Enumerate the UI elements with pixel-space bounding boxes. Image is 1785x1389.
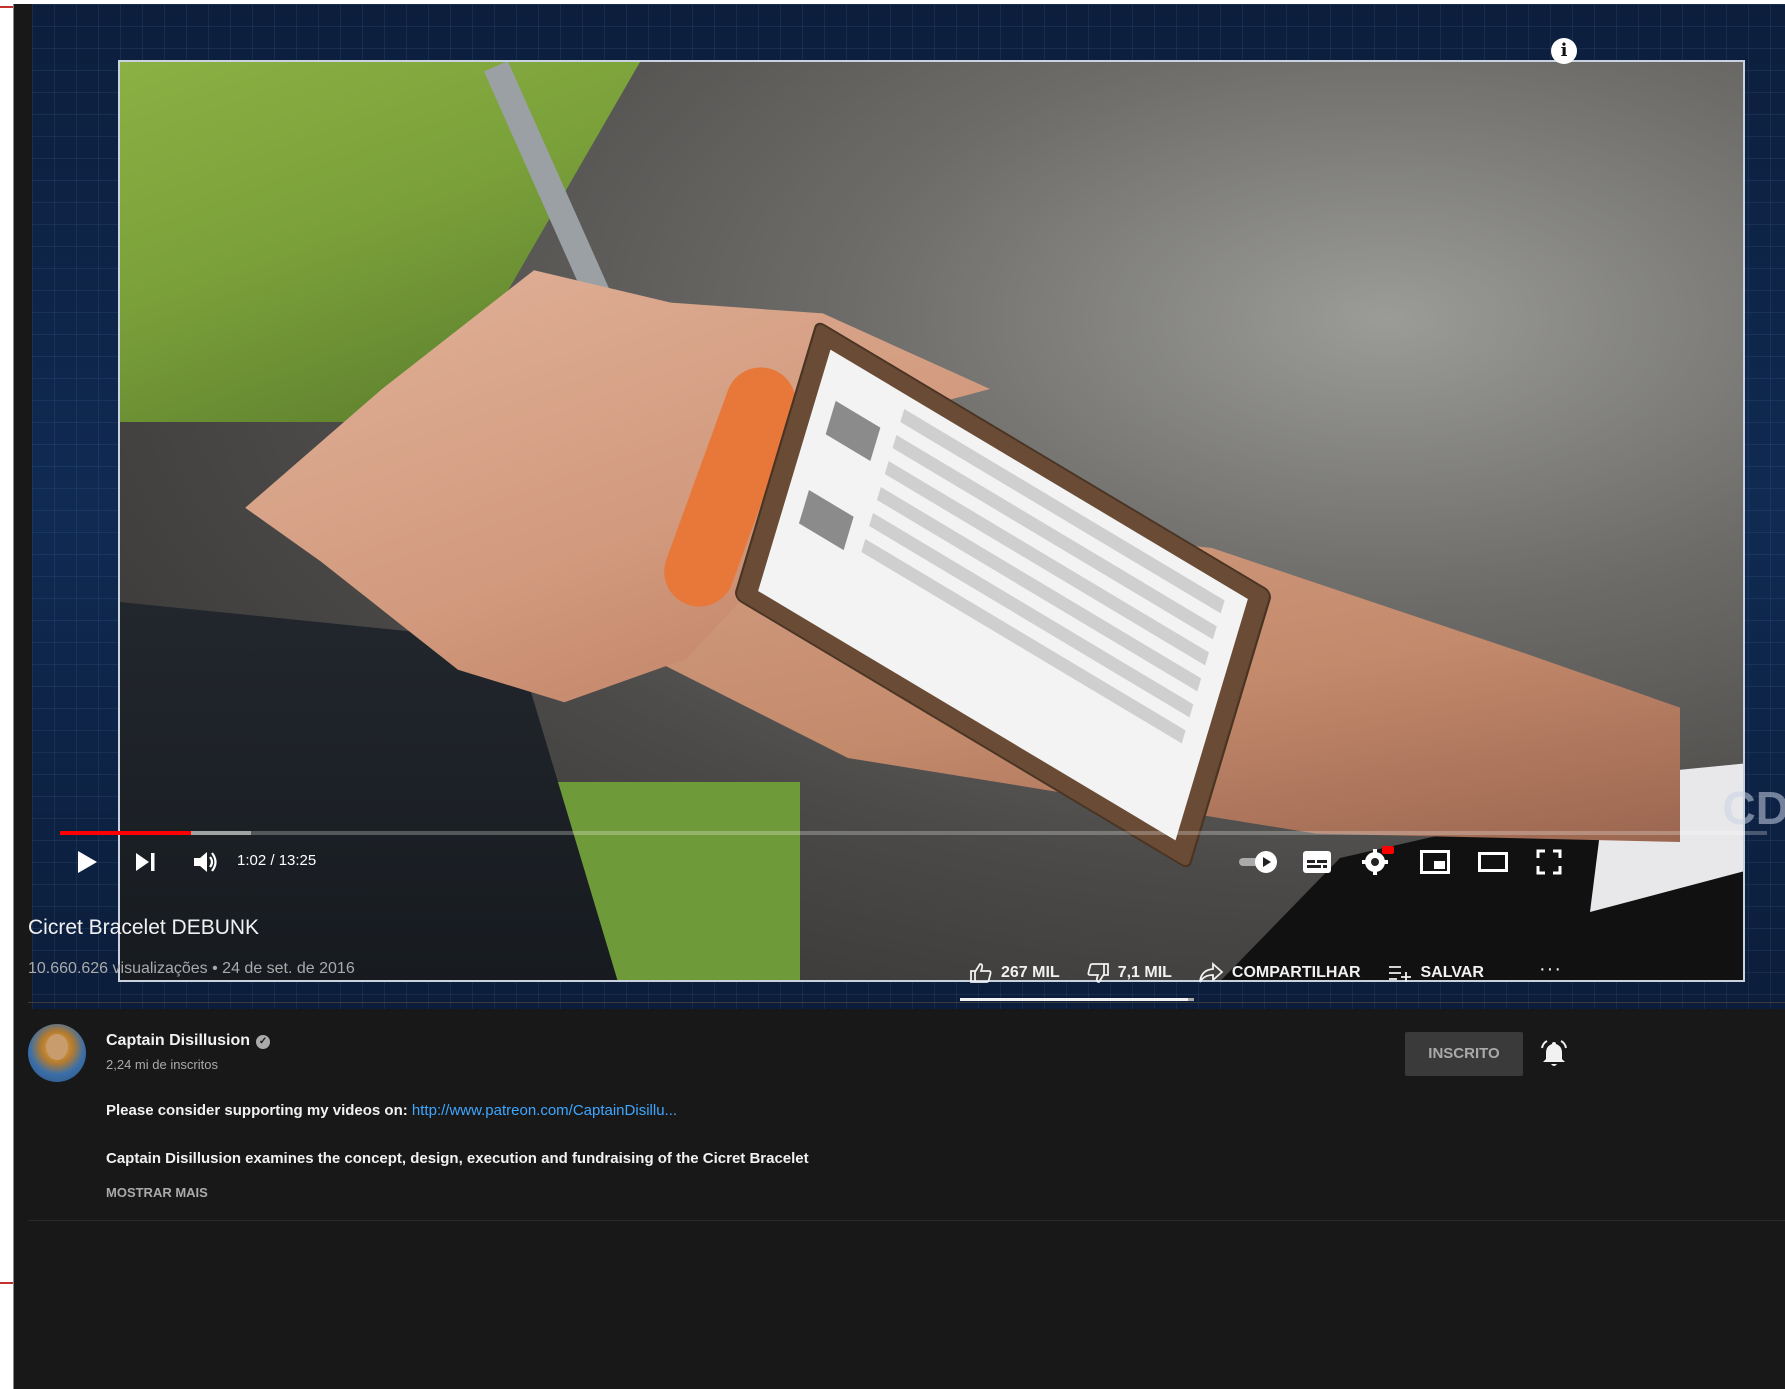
divider [28,1220,1785,1221]
progress-played [60,831,192,835]
fullscreen-icon[interactable] [1536,849,1562,875]
save-button[interactable]: SALVAR [1387,963,1484,983]
video-title: Cicret Bracelet DEBUNK [28,916,260,939]
play-icon[interactable] [75,849,99,875]
channel-watermark[interactable]: CD [1723,781,1785,835]
description-line: Please consider supporting my videos on:… [106,1102,677,1119]
miniplayer-icon[interactable] [1420,850,1450,874]
video-frame[interactable] [118,60,1745,982]
like-button[interactable]: 267 MIL [969,962,1060,984]
autoplay-toggle[interactable] [1237,849,1283,875]
video-meta: 10.660.626 visualizações • 24 de set. de… [28,960,355,977]
share-label: COMPARTILHAR [1231,964,1361,981]
more-actions-icon[interactable]: ··· [1539,958,1562,981]
watch-page: CD i 1:02 / 13:25 Cicret Bracelet DEBUNK… [14,4,1785,1389]
edge-marker [0,6,14,8]
sentiment-likes-fill [960,998,1188,1001]
edge-marker [0,1282,14,1284]
patreon-link[interactable]: http://www.patreon.com/CaptainDisillu... [412,1102,677,1119]
volume-icon[interactable] [192,850,220,874]
action-bar: 267 MIL 7,1 MIL COMPARTILHAR SALVAR [969,958,1510,988]
subtitles-icon[interactable] [1302,850,1332,874]
theater-icon[interactable] [1478,852,1508,872]
description-line: Captain Disillusion examines the concept… [106,1150,809,1167]
video-player[interactable]: CD i 1:02 / 13:25 [32,4,1785,1009]
bell-icon[interactable] [1541,1040,1567,1068]
playlist-add-icon [1388,966,1411,982]
thumbs-down-icon [1087,963,1109,983]
save-label: SALVAR [1420,964,1484,981]
divider [28,1002,1785,1003]
like-count: 267 MIL [1001,964,1060,981]
sentiment-bar [960,998,1194,1001]
share-button[interactable]: COMPARTILHAR [1198,962,1361,984]
settings-icon[interactable] [1360,846,1394,876]
channel-name[interactable]: Captain Disillusion ✓ [106,1032,271,1050]
video-scene-projected-screen [735,322,1271,868]
next-icon[interactable] [134,851,158,873]
subscribe-button[interactable]: INSCRITO [1405,1032,1523,1076]
description-text: Please consider supporting my videos on: [106,1102,408,1119]
thumbs-up-icon [970,963,992,983]
share-icon [1199,962,1224,983]
dislike-button[interactable]: 7,1 MIL [1086,962,1172,984]
info-icon[interactable]: i [1551,38,1577,64]
avatar[interactable] [28,1024,86,1082]
verified-icon: ✓ [256,1035,271,1049]
progress-bar[interactable] [60,831,1767,835]
show-more-button[interactable]: MOSTRAR MAIS [106,1185,208,1200]
subscriber-count: 2,24 mi de inscritos [106,1057,218,1072]
dislike-count: 7,1 MIL [1117,964,1172,981]
channel-name-text[interactable]: Captain Disillusion [106,1032,250,1049]
time-display: 1:02 / 13:25 [237,852,317,869]
